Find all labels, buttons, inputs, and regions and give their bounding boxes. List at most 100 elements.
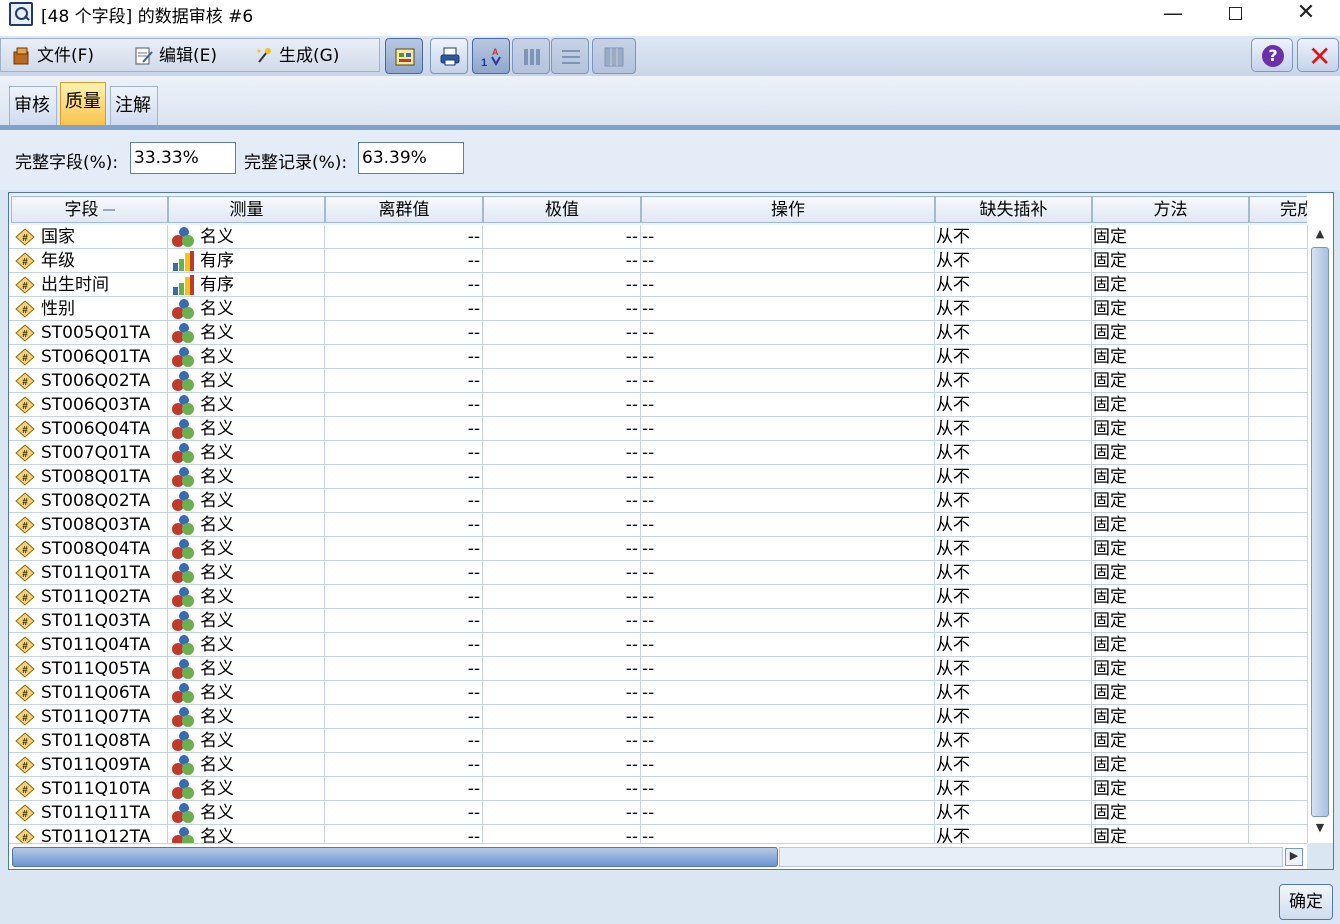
cell-measure[interactable]: 名义: [168, 657, 325, 681]
cell-extremes[interactable]: --: [483, 609, 641, 633]
cell-impute[interactable]: 从不: [935, 561, 1092, 585]
column-view-button[interactable]: [512, 38, 550, 74]
cell-field[interactable]: # 出生时间: [11, 273, 168, 297]
tab-quality[interactable]: 质量: [60, 82, 106, 125]
table-row[interactable]: # ST011Q12TA 名义 -- -- -- 从不 固定: [9, 825, 1307, 843]
cell-impute[interactable]: 从不: [935, 417, 1092, 441]
cell-complete[interactable]: [1249, 297, 1307, 321]
cell-extremes[interactable]: --: [483, 321, 641, 345]
cell-measure[interactable]: 名义: [168, 513, 325, 537]
cell-method[interactable]: 固定: [1092, 297, 1249, 321]
cell-field[interactable]: # ST008Q03TA: [11, 513, 168, 537]
cell-outliers[interactable]: --: [325, 465, 483, 489]
table-row[interactable]: # ST011Q05TA 名义 -- -- -- 从不 固定: [9, 657, 1307, 681]
cell-complete[interactable]: [1249, 801, 1307, 825]
cell-method[interactable]: 固定: [1092, 705, 1249, 729]
cell-action[interactable]: --: [641, 801, 935, 825]
column-header-impute[interactable]: 缺失插补: [935, 196, 1092, 223]
cell-complete[interactable]: [1249, 393, 1307, 417]
cell-complete[interactable]: [1249, 777, 1307, 801]
cell-impute[interactable]: 从不: [935, 729, 1092, 753]
cell-measure[interactable]: 名义: [168, 345, 325, 369]
table-row[interactable]: # ST006Q02TA 名义 -- -- -- 从不 固定: [9, 369, 1307, 393]
cell-outliers[interactable]: --: [325, 273, 483, 297]
cell-method[interactable]: 固定: [1092, 225, 1249, 249]
cell-impute[interactable]: 从不: [935, 489, 1092, 513]
cell-impute[interactable]: 从不: [935, 249, 1092, 273]
column-header-method[interactable]: 方法: [1092, 196, 1249, 223]
cell-complete[interactable]: [1249, 441, 1307, 465]
cell-outliers[interactable]: --: [325, 633, 483, 657]
cell-measure[interactable]: 名义: [168, 537, 325, 561]
cell-method[interactable]: 固定: [1092, 561, 1249, 585]
cell-measure[interactable]: 名义: [168, 225, 325, 249]
table-row[interactable]: # ST011Q04TA 名义 -- -- -- 从不 固定: [9, 633, 1307, 657]
cell-method[interactable]: 固定: [1092, 321, 1249, 345]
cell-complete[interactable]: [1249, 729, 1307, 753]
cell-action[interactable]: --: [641, 753, 935, 777]
cell-field[interactable]: # ST006Q01TA: [11, 345, 168, 369]
cell-complete[interactable]: [1249, 321, 1307, 345]
cell-impute[interactable]: 从不: [935, 681, 1092, 705]
cell-measure[interactable]: 名义: [168, 777, 325, 801]
cell-impute[interactable]: 从不: [935, 465, 1092, 489]
cell-field[interactable]: # ST011Q08TA: [11, 729, 168, 753]
cell-field[interactable]: # ST005Q01TA: [11, 321, 168, 345]
cell-method[interactable]: 固定: [1092, 249, 1249, 273]
cell-impute[interactable]: 从不: [935, 273, 1092, 297]
tab-audit[interactable]: 审核: [9, 86, 57, 125]
cell-method[interactable]: 固定: [1092, 465, 1249, 489]
table-row[interactable]: # ST005Q01TA 名义 -- -- -- 从不 固定: [9, 321, 1307, 345]
cell-complete[interactable]: [1249, 609, 1307, 633]
help-button[interactable]: ?: [1251, 38, 1293, 72]
export-table-button[interactable]: [385, 38, 423, 74]
print-button[interactable]: [430, 38, 468, 74]
cell-field[interactable]: # ST011Q07TA: [11, 705, 168, 729]
cell-action[interactable]: --: [641, 417, 935, 441]
cell-complete[interactable]: [1249, 705, 1307, 729]
cell-field[interactable]: # 国家: [11, 225, 168, 249]
cell-action[interactable]: --: [641, 321, 935, 345]
table-row[interactable]: # ST011Q02TA 名义 -- -- -- 从不 固定: [9, 585, 1307, 609]
menu-generate[interactable]: 生成(G): [249, 44, 339, 70]
cell-complete[interactable]: [1249, 657, 1307, 681]
table-row[interactable]: # ST011Q10TA 名义 -- -- -- 从不 固定: [9, 777, 1307, 801]
cell-complete[interactable]: [1249, 249, 1307, 273]
cell-extremes[interactable]: --: [483, 417, 641, 441]
cell-field[interactable]: # ST008Q02TA: [11, 489, 168, 513]
menu-file[interactable]: 文件(F): [7, 44, 94, 70]
cell-outliers[interactable]: --: [325, 825, 483, 843]
cell-extremes[interactable]: --: [483, 585, 641, 609]
cell-outliers[interactable]: --: [325, 441, 483, 465]
cell-action[interactable]: --: [641, 537, 935, 561]
table-row[interactable]: # ST011Q06TA 名义 -- -- -- 从不 固定: [9, 681, 1307, 705]
cell-complete[interactable]: [1249, 537, 1307, 561]
cell-outliers[interactable]: --: [325, 681, 483, 705]
cell-extremes[interactable]: --: [483, 825, 641, 843]
cell-impute[interactable]: 从不: [935, 369, 1092, 393]
cell-outliers[interactable]: --: [325, 657, 483, 681]
cell-action[interactable]: --: [641, 345, 935, 369]
cell-field[interactable]: # 年级: [11, 249, 168, 273]
cell-action[interactable]: --: [641, 465, 935, 489]
cell-extremes[interactable]: --: [483, 657, 641, 681]
table-row[interactable]: # ST011Q11TA 名义 -- -- -- 从不 固定: [9, 801, 1307, 825]
cell-method[interactable]: 固定: [1092, 777, 1249, 801]
table-row[interactable]: # ST008Q01TA 名义 -- -- -- 从不 固定: [9, 465, 1307, 489]
cell-complete[interactable]: [1249, 585, 1307, 609]
cell-measure[interactable]: 名义: [168, 753, 325, 777]
column-header-measure[interactable]: 测量: [168, 196, 325, 223]
cell-action[interactable]: --: [641, 777, 935, 801]
column-header-complete[interactable]: 完成: [1249, 196, 1307, 223]
cell-field[interactable]: # ST011Q03TA: [11, 609, 168, 633]
cell-outliers[interactable]: --: [325, 345, 483, 369]
cell-action[interactable]: --: [641, 297, 935, 321]
cell-extremes[interactable]: --: [483, 801, 641, 825]
horizontal-scroll-track[interactable]: [779, 847, 1283, 867]
cell-method[interactable]: 固定: [1092, 369, 1249, 393]
cell-action[interactable]: --: [641, 585, 935, 609]
cell-measure[interactable]: 名义: [168, 825, 325, 843]
grid-view-button[interactable]: [592, 38, 636, 74]
cell-action[interactable]: --: [641, 249, 935, 273]
cell-impute[interactable]: 从不: [935, 321, 1092, 345]
